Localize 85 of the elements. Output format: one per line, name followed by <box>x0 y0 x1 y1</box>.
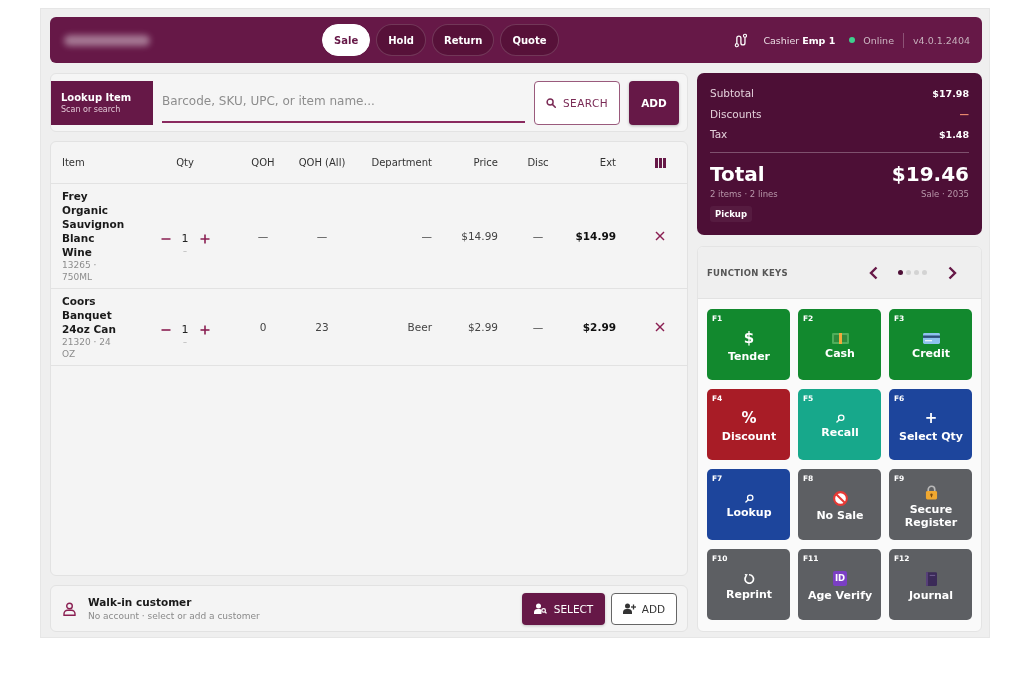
column-header: Department <box>371 155 432 170</box>
quantity-value: 1 <box>181 323 189 336</box>
chevron-right-icon[interactable] <box>948 265 957 280</box>
column-header: QOH (All) <box>298 155 346 170</box>
select-customer-button[interactable]: SELECT <box>522 592 605 625</box>
lookup-title: Lookup Item <box>61 91 133 103</box>
total-line-value: $1.48 <box>938 128 969 140</box>
item-search-bar[interactable]: Lookup Item Scan or search Barcode, SKU, UPC, or item name... SEARCH ADD <box>50 73 688 132</box>
total-line-label: Subtotal <box>710 87 754 100</box>
person-search-icon <box>533 603 547 614</box>
key-symbol: + <box>924 410 938 427</box>
mode-tab[interactable]: Return <box>432 24 495 56</box>
person-icon <box>63 601 76 616</box>
mode-tab[interactable]: Quote <box>500 24 559 56</box>
table-cell: $2.99 <box>467 321 498 333</box>
cart-summary: 2 items · 2 lines <box>710 188 778 199</box>
table-cell: — <box>532 321 544 333</box>
page-dot[interactable] <box>906 270 911 275</box>
magnifier-icon <box>744 494 754 503</box>
total-label: Total <box>710 161 765 186</box>
table-cell: $2.99 <box>582 321 616 333</box>
table-cell: Beer <box>407 321 432 333</box>
function-keys-title: FUNCTION KEYS <box>707 267 788 278</box>
circular-arrow-icon <box>743 572 755 585</box>
column-header: Ext <box>599 155 616 170</box>
total-line-value: $17.98 <box>932 87 969 99</box>
columns-icon[interactable] <box>654 157 666 168</box>
item-detail: 13265 · 750ML <box>62 259 98 283</box>
total-line-label: Tax <box>710 128 728 141</box>
item-search-field[interactable]: Barcode, SKU, UPC, or item name... <box>162 82 525 123</box>
search-icon <box>546 97 557 108</box>
quantity-note: – <box>183 338 187 347</box>
banknote-icon <box>831 333 849 344</box>
column-header: Price <box>473 155 498 170</box>
column-header: Qty <box>176 155 194 170</box>
sale-reference: Sale · 2035 <box>921 188 969 199</box>
close-icon[interactable] <box>655 322 665 332</box>
table-cell: $14.99 <box>461 230 498 242</box>
id-badge: ID <box>832 571 848 586</box>
mode-tab[interactable]: Hold <box>376 24 426 56</box>
total-line-value: — <box>959 108 969 120</box>
key-symbol: % <box>741 410 757 427</box>
table-cell: 0 <box>259 321 267 333</box>
table-cell: 23 <box>315 321 329 333</box>
table-cell: — <box>316 230 328 242</box>
total-line-label: Discounts <box>710 107 762 120</box>
quantity-note: – <box>183 247 187 256</box>
padlock-icon <box>924 484 938 500</box>
page-dot[interactable] <box>914 270 919 275</box>
plus-icon[interactable] <box>199 233 210 244</box>
version-label: v4.0.1.2404 <box>913 34 970 46</box>
item-name: Frey Organic Sauvignon Blanc Wine <box>62 189 126 259</box>
cashier-label: Cashier Emp 1 <box>763 34 836 46</box>
column-header: Disc <box>527 155 549 170</box>
table-cell: — <box>421 230 432 242</box>
customer-name: Walk-in customer <box>88 596 193 608</box>
column-header: Item <box>62 155 85 170</box>
plus-icon[interactable] <box>199 324 210 335</box>
key-symbol: $ <box>743 330 755 347</box>
status-label: Online <box>863 34 894 46</box>
chevron-left-icon[interactable] <box>869 265 878 280</box>
prohibited-icon <box>832 491 848 506</box>
fulfillment-badge: Pickup <box>710 205 752 222</box>
magnifier-icon <box>835 414 845 423</box>
table-cell: $14.99 <box>575 230 616 242</box>
item-name: Coors Banquet 24oz Can <box>62 294 117 336</box>
add-item-button[interactable]: ADD <box>629 80 679 125</box>
search-button[interactable]: SEARCH <box>534 80 620 125</box>
route-icon <box>734 31 748 49</box>
table-cell: — <box>257 230 269 242</box>
person-add-icon <box>622 603 636 614</box>
credit-card-icon <box>922 333 940 344</box>
column-header: QOH <box>251 155 275 170</box>
item-detail: 21320 · 24 OZ <box>62 336 112 360</box>
close-icon[interactable] <box>655 231 665 241</box>
add-customer-button[interactable]: ADD <box>611 592 677 625</box>
total-amount: $19.46 <box>891 161 969 186</box>
page-dot[interactable] <box>922 270 927 275</box>
mode-tab[interactable]: Sale <box>322 24 371 56</box>
quantity-value: 1 <box>181 232 189 245</box>
lookup-subtitle: Scan or search <box>61 104 122 114</box>
table-cell: — <box>532 230 544 242</box>
page-dot[interactable] <box>898 270 903 275</box>
customer-note: No account · select or add a customer <box>88 611 260 621</box>
notebook-icon <box>925 571 937 586</box>
